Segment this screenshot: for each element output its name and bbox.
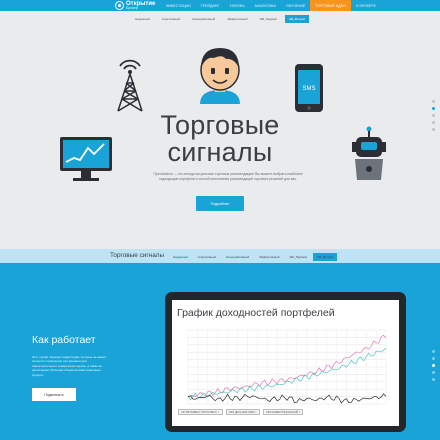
pagination-dot[interactable] (432, 371, 435, 374)
hero-title-line1: Торговые (160, 110, 280, 140)
top-navigation-bar: Открытие Брокер ИНВЕСТИЦИИ ТРЕЙДИНГ ТАРИФЫ… (0, 0, 440, 11)
strategy-tab[interactable]: Надежный (131, 15, 154, 23)
signals-strategy-tab[interactable]: ЭМ_Второй (312, 253, 337, 261)
details-button[interactable]: Подробнее (196, 196, 244, 211)
mobile-phone-icon: SMS (294, 63, 324, 118)
nav-item[interactable]: ТРЕЙДИНГ (196, 4, 225, 8)
strategy-tab[interactable]: Консервативный (188, 15, 219, 23)
strategy-tab[interactable]: ЭМ_Второй (284, 15, 309, 23)
how-it-works-title: Как работает (32, 334, 96, 346)
strategy-tab[interactable]: ЭМ_Первый (255, 15, 280, 23)
pagination-dot[interactable] (432, 121, 435, 124)
signals-strategy-tab[interactable]: Надежный (169, 253, 192, 261)
section-pagination-dots (432, 350, 435, 381)
hero-pagination-dots (432, 100, 435, 131)
nav-item[interactable]: АНАЛИТИКА (250, 4, 281, 8)
signals-strategy-tab[interactable]: ЭМ_Первый (285, 253, 310, 261)
pagination-dot[interactable] (432, 357, 435, 360)
signals-strategy-tab[interactable]: Эффективный (255, 253, 283, 261)
legend-pill[interactable]: ОФЗ ИНВЕСТИЦИОННЫЙ × (262, 409, 304, 416)
pagination-dot-active[interactable] (432, 364, 435, 367)
nav-item[interactable]: О БРОКЕРЕ (351, 4, 381, 8)
hero-title-line2: сигналы (167, 137, 273, 167)
chart-title: График доходностей портфелей (177, 307, 335, 319)
radio-tower-icon (113, 57, 147, 118)
pagination-dot[interactable] (432, 114, 435, 117)
connect-button[interactable]: Подключить (32, 388, 76, 401)
logo-sub-text: Брокер (126, 6, 138, 10)
pagination-dot[interactable] (432, 128, 435, 131)
legend-pill[interactable]: ОФЗ ДЕЛАНИЯ ЭЗБ3 × (225, 409, 260, 416)
pagination-dot[interactable] (432, 378, 435, 381)
user-avatar-icon (192, 44, 248, 109)
pagination-dot-active[interactable] (432, 107, 435, 110)
nav-item[interactable]: ОБУЧЕНИЕ (281, 4, 310, 8)
nav-item[interactable]: ТОРГОВЫЕ ИДЕИ (310, 0, 351, 11)
nav-item[interactable]: ТАРИФЫ (225, 4, 250, 8)
signals-strategy-tabs: Надежный Агрессивный Консервативный Эффекти… (169, 253, 337, 261)
how-it-works-description: Этот тариф подходит инвесторам, которые … (32, 355, 107, 377)
hero-description: OpenAdvisor — это всегда актуальные торг… (153, 172, 303, 181)
signals-bar-title: Торговые сигналы (110, 252, 165, 259)
pagination-dot[interactable] (432, 350, 435, 353)
pagination-dot[interactable] (432, 100, 435, 103)
strategy-tab[interactable]: Эффективный (223, 15, 251, 23)
nav-item[interactable]: ИНВЕСТИЦИИ (161, 4, 196, 8)
strategy-tabs: Надежный Агрессивный Консервативный Эффекти… (0, 14, 440, 24)
hero-title: Торговые сигналы (0, 112, 440, 166)
signals-strategy-tab[interactable]: Агрессивный (194, 253, 220, 261)
phone-sms-text: SMS (302, 86, 315, 92)
main-menu: ИНВЕСТИЦИИ ТРЕЙДИНГ ТАРИФЫ АНАЛИТИКА ОБУЧЕНИ… (161, 0, 381, 11)
legend-pill[interactable]: АКТИВ ИНВЕСТ (ПРОСПЕКТ) × (178, 409, 223, 416)
signals-strategy-tab[interactable]: Консервативный (222, 253, 253, 261)
strategy-tab[interactable]: Агрессивный (158, 15, 184, 23)
chart-legend: АКТИВ ИНВЕСТ (ПРОСПЕКТ) × ОФЗ ДЕЛАНИЯ ЭЗБ… (178, 409, 304, 416)
brand-logo[interactable]: Открытие Брокер (115, 1, 155, 11)
logo-icon (115, 1, 124, 11)
